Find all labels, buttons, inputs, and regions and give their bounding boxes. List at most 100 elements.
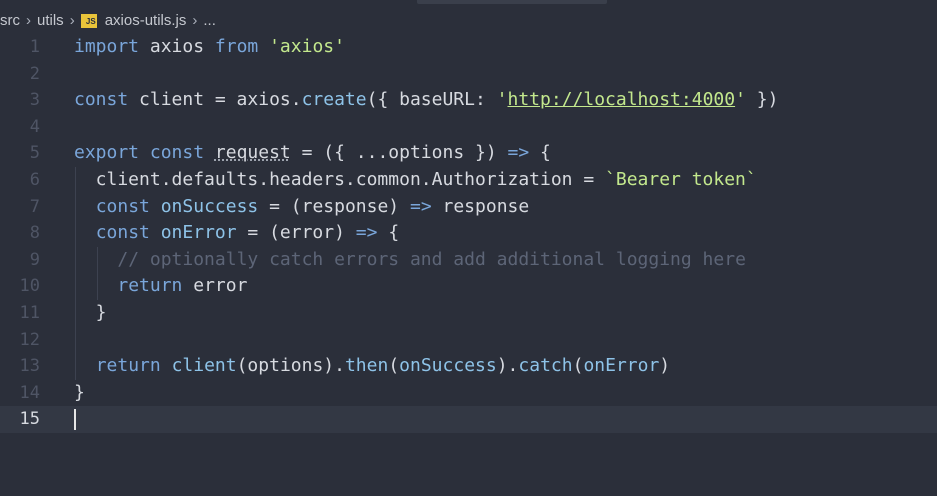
- code-text: const client = axios.create({ baseURL: '…: [74, 87, 778, 114]
- code-token: }: [74, 381, 85, 403]
- code-token: (: [572, 355, 584, 377]
- code-token: axios: [139, 36, 215, 57]
- code-token: const: [149, 142, 205, 164]
- code-line[interactable]: 6 client.defaults.headers.common.Authori…: [0, 166, 937, 194]
- code-line[interactable]: 5 export const request = ({ ...options })…: [0, 140, 937, 167]
- code-line[interactable]: 2: [0, 61, 937, 88]
- code-text: }: [74, 380, 85, 407]
- code-line[interactable]: 3 const client = axios.create({ baseURL: …: [0, 87, 937, 114]
- breadcrumb-utils[interactable]: utils: [37, 12, 64, 29]
- code-token: const: [95, 195, 150, 217]
- code-line[interactable]: 14}: [0, 380, 937, 407]
- text-cursor: [74, 409, 76, 431]
- line-number: 4: [29, 116, 40, 137]
- chevron-right-icon: ›: [69, 11, 75, 29]
- code-token: 'axios': [269, 36, 345, 57]
- code-token: ': [735, 89, 746, 111]
- code-token: ): [659, 355, 671, 377]
- code-token: (options).: [236, 355, 345, 377]
- code-token: ({ baseURL:: [366, 89, 497, 111]
- code-token: // optionally catch errors and add addit…: [117, 248, 746, 270]
- code-token: =>: [409, 195, 432, 217]
- chevron-right-icon: ›: [26, 11, 31, 29]
- line-number: 7: [29, 196, 40, 217]
- code-text: import axios from 'axios': [74, 34, 345, 61]
- code-line[interactable]: 9 // optionally catch errors and add add…: [0, 246, 937, 274]
- code-token: = (error): [236, 222, 356, 244]
- line-number: 5: [29, 143, 40, 164]
- code-token: {: [377, 222, 400, 244]
- code-line[interactable]: 10 return error: [0, 273, 937, 300]
- line-number: 1: [29, 37, 40, 57]
- code-editor[interactable]: src › utils › JS axios-utils.js › ... 1 i…: [0, 0, 937, 496]
- code-token: ).: [496, 355, 519, 377]
- code-token: client: [171, 355, 237, 377]
- breadcrumb-src[interactable]: src: [0, 12, 20, 29]
- code-text: client.defaults.headers.common.Authoriza…: [74, 167, 757, 194]
- code-line[interactable]: 1 import axios from 'axios': [0, 34, 937, 61]
- code-token: (: [388, 355, 400, 377]
- code-token: const: [74, 89, 129, 111]
- code-text: return error: [74, 273, 247, 300]
- code-line[interactable]: 8 const onError = (error) => {: [0, 220, 937, 247]
- code-token: then: [344, 355, 389, 377]
- tab-indicator: [417, 0, 607, 4]
- code-token: return: [117, 275, 183, 297]
- code-token: onError: [160, 222, 237, 244]
- code-token: onError: [583, 355, 660, 377]
- code-token: onSuccess: [399, 355, 497, 377]
- code-text: return client(options).then(onSuccess).c…: [74, 353, 670, 380]
- code-token: catch: [518, 355, 573, 377]
- line-number: 12: [19, 329, 40, 350]
- code-line[interactable]: 7 const onSuccess = (response) => respon…: [0, 193, 937, 221]
- code-token: create: [301, 89, 367, 111]
- code-token: from: [214, 36, 259, 57]
- code-token: return: [95, 355, 161, 377]
- code-token: export: [74, 142, 140, 164]
- code-token: = ({ ...options }): [290, 142, 508, 164]
- code-token: ': [496, 89, 508, 111]
- code-token: =>: [355, 222, 378, 244]
- code-token: }): [745, 89, 779, 111]
- code-line[interactable]: 15: [0, 406, 937, 433]
- line-number: 6: [29, 169, 40, 190]
- code-token: {: [529, 142, 551, 164]
- chevron-right-icon: ›: [192, 11, 198, 29]
- code-token: onSuccess: [160, 195, 259, 217]
- javascript-file-icon: JS: [80, 14, 97, 28]
- line-number: 15: [19, 409, 40, 430]
- code-area[interactable]: 1 import axios from 'axios' 2 3 const client…: [0, 34, 937, 433]
- code-token: http://localhost:4000: [507, 89, 736, 111]
- code-token: client.defaults.headers.common.Authoriza…: [74, 168, 606, 190]
- code-token: =>: [507, 142, 530, 164]
- code-text: export const request = ({ ...options }) …: [74, 140, 551, 167]
- code-token: = (response): [258, 195, 410, 217]
- line-number: 11: [19, 302, 40, 323]
- breadcrumb-symbol[interactable]: ...: [203, 12, 216, 29]
- code-token: `Bearer token`: [605, 168, 757, 190]
- line-number: 8: [29, 223, 40, 244]
- line-number: 10: [19, 276, 40, 297]
- line-number: 14: [19, 382, 40, 403]
- code-text: }: [74, 300, 107, 327]
- code-text: // optionally catch errors and add addit…: [74, 247, 746, 274]
- code-token: client = axios.: [128, 89, 302, 111]
- code-line[interactable]: 12: [0, 326, 937, 354]
- code-line[interactable]: 13 return client(options).then(onSuccess…: [0, 353, 937, 380]
- breadcrumb-file[interactable]: axios-utils.js: [105, 12, 187, 29]
- code-line[interactable]: 11 }: [0, 299, 937, 327]
- line-number: 3: [29, 90, 40, 111]
- code-text: const onError = (error) => {: [74, 220, 399, 247]
- code-token: const: [95, 222, 150, 244]
- line-number: 13: [19, 356, 40, 377]
- code-line[interactable]: 4: [0, 114, 937, 141]
